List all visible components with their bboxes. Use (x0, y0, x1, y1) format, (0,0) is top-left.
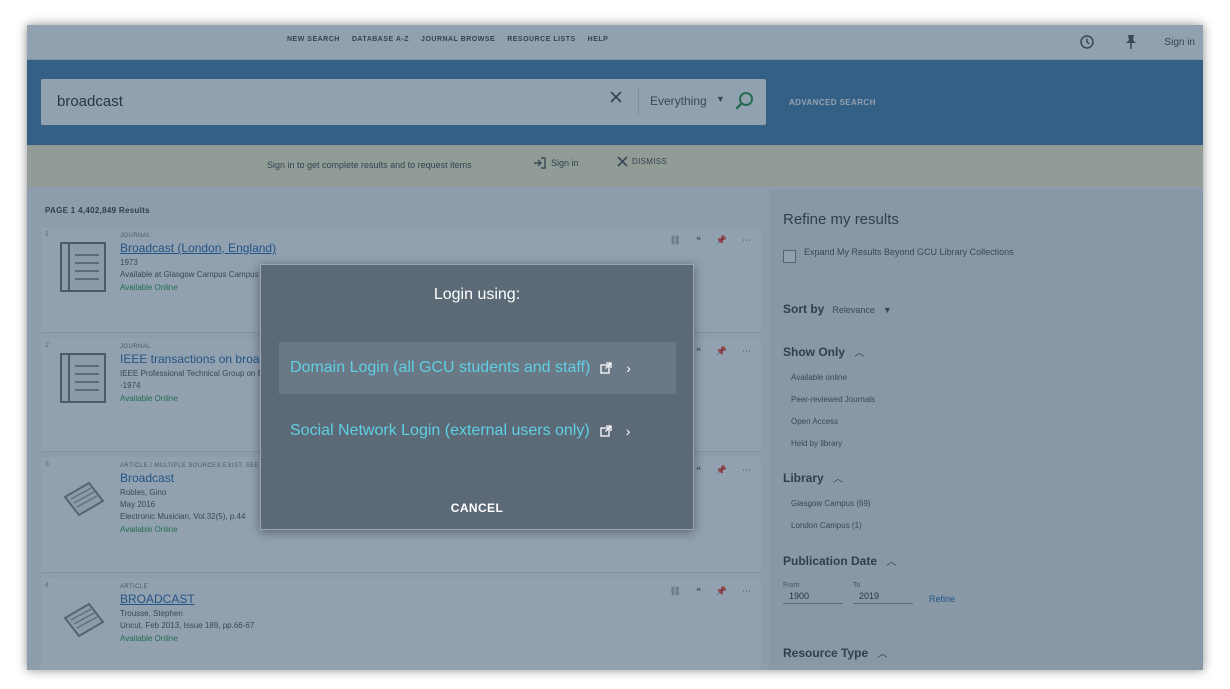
external-link-icon (600, 362, 612, 374)
chevron-right-icon: › (625, 423, 631, 439)
cancel-button[interactable]: CANCEL (261, 501, 693, 515)
chevron-right-icon: › (626, 360, 631, 376)
login-dialog-title: Login using: (433, 286, 521, 303)
social-login-label: Social Network Login (external users onl… (290, 422, 590, 439)
domain-login-label: Domain Login (all GCU students and staff… (290, 359, 591, 376)
domain-login-button[interactable]: Domain Login (all GCU students and staff… (279, 342, 676, 394)
login-dialog: Login using: Domain Login (all GCU stude… (260, 264, 694, 530)
browser-page: NEW SEARCH DATABASE A-Z JOURNAL BROWSE R… (27, 25, 1203, 670)
social-network-login-button[interactable]: Social Network Login (external users onl… (279, 405, 676, 457)
external-link-icon (600, 425, 612, 437)
